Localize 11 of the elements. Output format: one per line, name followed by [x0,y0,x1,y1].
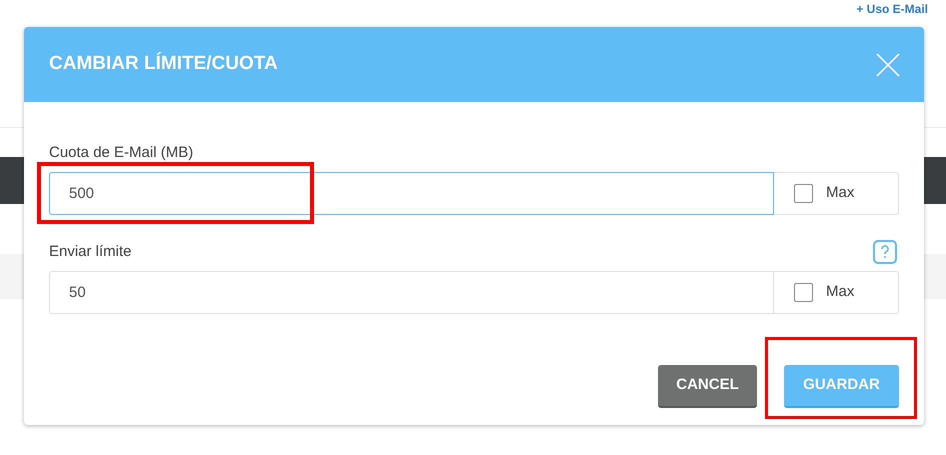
dialog-title: CAMBIAR LÍMITE/CUOTA [49,51,278,76]
cancel-button[interactable]: CANCEL [658,365,757,408]
field-label: Enviar límite [49,242,132,262]
usage-link[interactable]: + Uso E-Mail [856,0,928,30]
input-field[interactable]: 500 [49,172,774,215]
close-icon[interactable] [876,52,900,76]
field-label: Cuota de E-Mail (MB) [49,142,194,163]
help-icon[interactable] [873,240,897,264]
input-field[interactable]: 50 [49,271,774,314]
max-checkbox[interactable]: Max [774,172,899,215]
max-checkbox[interactable]: Max [774,271,899,314]
